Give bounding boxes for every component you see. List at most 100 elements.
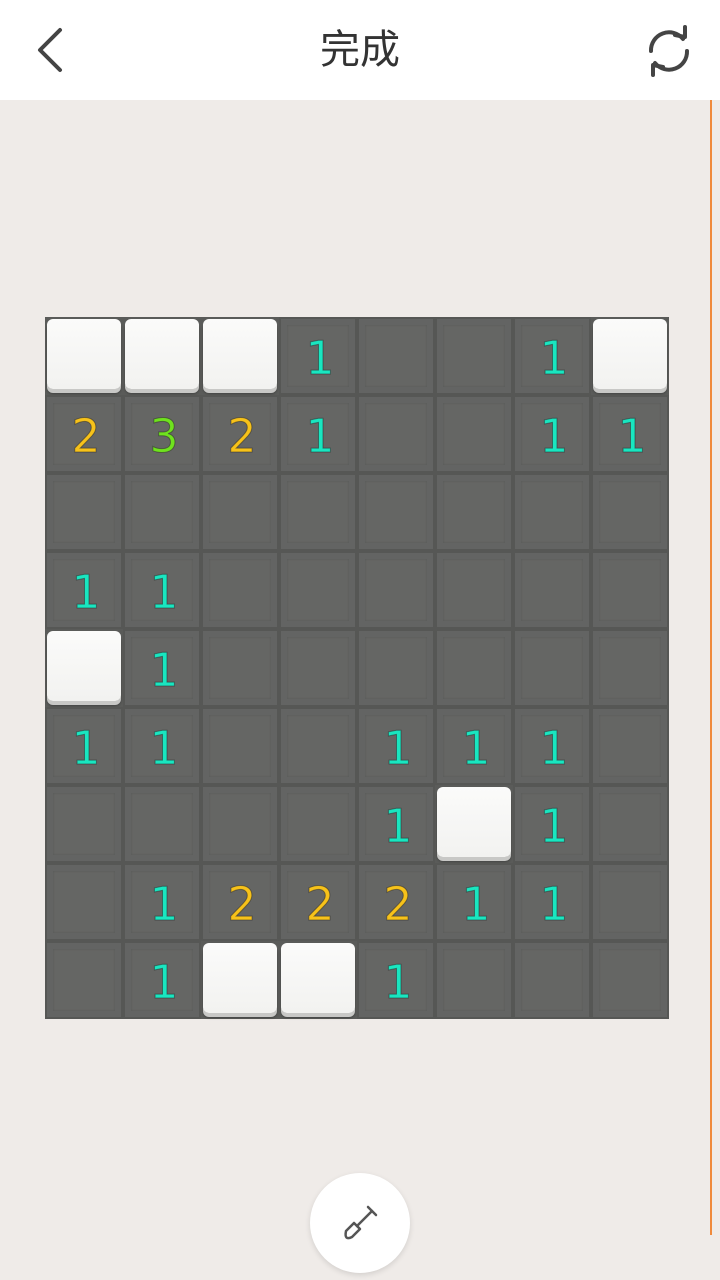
number-cell[interactable]: 1 <box>357 785 435 863</box>
page-title: 完成 <box>320 27 400 73</box>
number-cell[interactable]: 2 <box>201 395 279 473</box>
empty-cell[interactable] <box>357 317 435 395</box>
empty-cell[interactable] <box>435 317 513 395</box>
number-cell[interactable]: 2 <box>201 863 279 941</box>
empty-cell[interactable] <box>201 785 279 863</box>
cell-number: 1 <box>383 799 413 854</box>
number-cell[interactable]: 1 <box>279 317 357 395</box>
number-cell[interactable]: 1 <box>45 707 123 785</box>
empty-cell[interactable] <box>435 629 513 707</box>
empty-cell[interactable] <box>201 551 279 629</box>
progress-side-line <box>710 100 712 1235</box>
number-cell[interactable]: 1 <box>123 941 201 1019</box>
empty-cell[interactable] <box>279 785 357 863</box>
empty-cell[interactable] <box>279 629 357 707</box>
covered-cell[interactable] <box>279 941 357 1019</box>
number-cell[interactable]: 2 <box>45 395 123 473</box>
cell-number: 1 <box>539 799 569 854</box>
empty-cell[interactable] <box>279 473 357 551</box>
empty-cell[interactable] <box>45 863 123 941</box>
cell-number: 1 <box>305 409 335 464</box>
empty-cell[interactable] <box>123 473 201 551</box>
cell-number: 1 <box>539 409 569 464</box>
covered-cell[interactable] <box>45 317 123 395</box>
covered-tile <box>125 319 199 389</box>
number-cell[interactable]: 1 <box>513 395 591 473</box>
cell-number: 1 <box>383 721 413 776</box>
covered-tile <box>437 787 511 857</box>
empty-cell[interactable] <box>591 785 669 863</box>
number-cell[interactable]: 2 <box>357 863 435 941</box>
number-cell[interactable]: 1 <box>123 629 201 707</box>
empty-cell[interactable] <box>435 473 513 551</box>
cell-number: 1 <box>539 721 569 776</box>
number-cell[interactable]: 1 <box>513 317 591 395</box>
number-cell[interactable]: 1 <box>357 941 435 1019</box>
covered-tile <box>203 319 277 389</box>
empty-cell[interactable] <box>513 629 591 707</box>
cell-number: 3 <box>149 409 179 464</box>
covered-cell[interactable] <box>435 785 513 863</box>
empty-cell[interactable] <box>45 941 123 1019</box>
empty-cell[interactable] <box>591 941 669 1019</box>
empty-cell[interactable] <box>513 551 591 629</box>
empty-cell[interactable] <box>279 551 357 629</box>
empty-cell[interactable] <box>45 473 123 551</box>
number-cell[interactable]: 1 <box>357 707 435 785</box>
covered-tile <box>281 943 355 1013</box>
empty-cell[interactable] <box>591 473 669 551</box>
cell-number: 1 <box>149 565 179 620</box>
empty-cell[interactable] <box>201 707 279 785</box>
covered-cell[interactable] <box>591 317 669 395</box>
empty-cell[interactable] <box>435 941 513 1019</box>
number-cell[interactable]: 1 <box>123 863 201 941</box>
empty-cell[interactable] <box>357 629 435 707</box>
empty-cell[interactable] <box>357 395 435 473</box>
number-cell[interactable]: 1 <box>513 863 591 941</box>
empty-cell[interactable] <box>357 473 435 551</box>
covered-cell[interactable] <box>45 629 123 707</box>
number-cell[interactable]: 1 <box>279 395 357 473</box>
covered-cell[interactable] <box>201 317 279 395</box>
number-cell[interactable]: 1 <box>45 551 123 629</box>
empty-cell[interactable] <box>591 629 669 707</box>
covered-cell[interactable] <box>201 941 279 1019</box>
empty-cell[interactable] <box>591 707 669 785</box>
shovel-icon <box>344 1205 378 1240</box>
empty-cell[interactable] <box>591 551 669 629</box>
empty-cell[interactable] <box>435 551 513 629</box>
chevron-left-icon <box>38 28 62 72</box>
empty-cell[interactable] <box>123 785 201 863</box>
cell-number: 2 <box>383 877 413 932</box>
top-bar: 完成 <box>0 0 720 100</box>
covered-tile <box>47 631 121 701</box>
back-button[interactable] <box>22 22 78 78</box>
number-cell[interactable]: 3 <box>123 395 201 473</box>
cell-number: 1 <box>539 331 569 386</box>
dig-tool-button[interactable] <box>310 1173 410 1273</box>
cell-number: 1 <box>149 955 179 1010</box>
cell-number: 1 <box>149 643 179 698</box>
number-cell[interactable]: 1 <box>513 707 591 785</box>
empty-cell[interactable] <box>279 707 357 785</box>
empty-cell[interactable] <box>201 473 279 551</box>
restart-button[interactable] <box>638 20 700 82</box>
empty-cell[interactable] <box>591 863 669 941</box>
number-cell[interactable]: 2 <box>279 863 357 941</box>
covered-cell[interactable] <box>123 317 201 395</box>
number-cell[interactable]: 1 <box>123 551 201 629</box>
number-cell[interactable]: 1 <box>435 707 513 785</box>
empty-cell[interactable] <box>357 551 435 629</box>
number-cell[interactable]: 1 <box>591 395 669 473</box>
number-cell[interactable]: 1 <box>435 863 513 941</box>
empty-cell[interactable] <box>513 473 591 551</box>
empty-cell[interactable] <box>45 785 123 863</box>
cell-number: 2 <box>305 877 335 932</box>
number-cell[interactable]: 1 <box>123 707 201 785</box>
cell-number: 1 <box>383 955 413 1010</box>
covered-tile <box>593 319 667 389</box>
empty-cell[interactable] <box>513 941 591 1019</box>
empty-cell[interactable] <box>201 629 279 707</box>
number-cell[interactable]: 1 <box>513 785 591 863</box>
empty-cell[interactable] <box>435 395 513 473</box>
